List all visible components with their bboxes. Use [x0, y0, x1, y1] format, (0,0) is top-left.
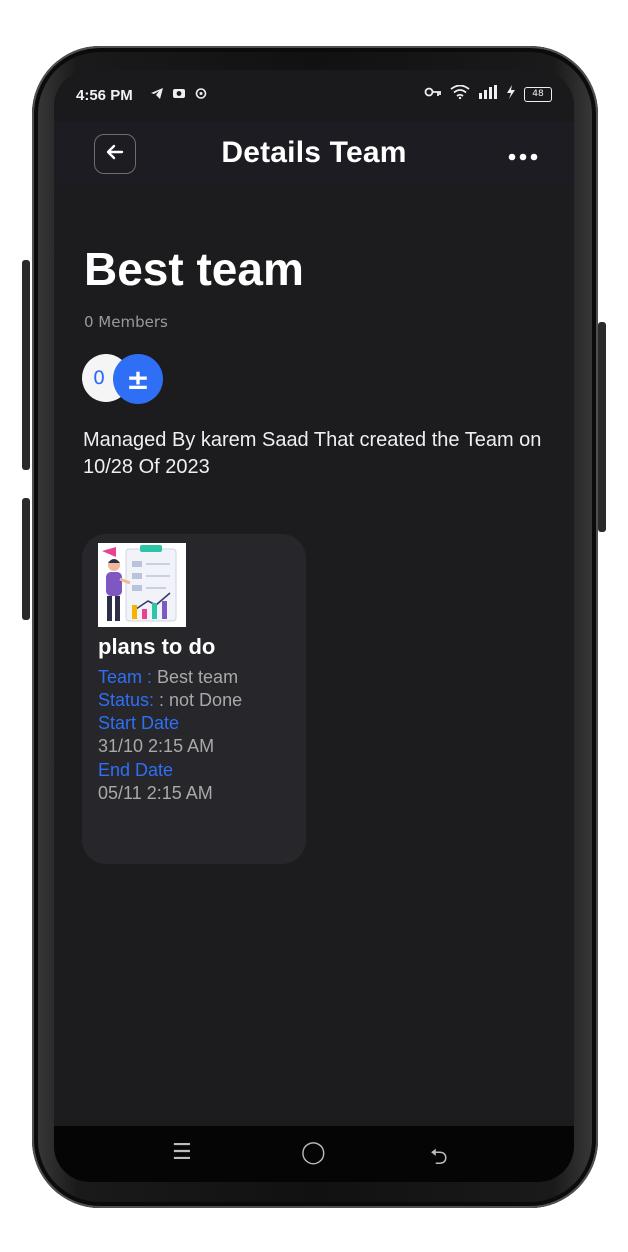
home-icon[interactable]: ◯ [301, 1140, 326, 1165]
plan-team-row: Team : Best team [98, 667, 238, 688]
members-count-label: 0 Members [84, 313, 168, 331]
plan-status-label: Status: [98, 690, 160, 710]
charging-icon [506, 85, 516, 103]
app-bar: Details Team [54, 122, 574, 186]
plan-end-label-row: End Date [98, 760, 173, 781]
system-nav-bar: ☰ ◯ ⮌ [54, 1126, 574, 1182]
battery-icon: 48 [524, 86, 552, 102]
status-left-icons [150, 87, 208, 104]
screen: 4:56 PM 48 Details Team Best team 0 Memb… [54, 70, 574, 1182]
telegram-icon [150, 87, 164, 104]
plan-team-label: Team : [98, 667, 158, 687]
plan-start-label: Start Date [98, 713, 180, 733]
side-button [22, 498, 30, 620]
plan-team-value: Best team [157, 667, 239, 687]
plan-start-value: 31/10 2:15 AM [98, 736, 215, 756]
status-right-icons: 48 [424, 84, 552, 103]
plan-start-label-row: Start Date [98, 713, 179, 734]
add-member-button[interactable]: ± [113, 354, 163, 404]
managed-by-text: Managed By karem Saad That created the T… [83, 429, 542, 478]
more-button[interactable] [508, 142, 538, 162]
members-avatar-row: 0 ± [82, 354, 172, 404]
team-name: Best team [84, 243, 304, 295]
status-time: 4:56 PM [76, 87, 133, 104]
plan-illustration [98, 543, 186, 627]
plan-card[interactable]: plans to do Team : Best team Status: : n… [82, 534, 306, 864]
power-button [598, 322, 606, 532]
plan-status-value: : not Done [159, 690, 243, 710]
camera-icon [172, 87, 186, 104]
plan-end-value: 05/11 2:15 AM [98, 783, 213, 803]
plus-minus-icon: ± [126, 362, 150, 396]
key-icon [424, 86, 442, 102]
plan-title: plans to do [98, 634, 216, 659]
volume-button [22, 260, 30, 470]
more-horizontal-icon [508, 134, 538, 169]
menu-icon[interactable]: ☰ [172, 1140, 192, 1165]
status-bar: 4:56 PM 48 [54, 70, 574, 122]
plan-status-row: Status: : not Done [98, 690, 242, 711]
page-title: Details Team [221, 136, 407, 169]
plan-end-label: End Date [98, 760, 174, 780]
plan-start-value-row: 31/10 2:15 AM [98, 736, 214, 757]
wifi-icon [450, 84, 470, 103]
signal-icon [478, 85, 498, 103]
back-nav-icon[interactable]: ⮌ [430, 1140, 448, 1178]
sync-icon [194, 87, 208, 104]
plan-end-value-row: 05/11 2:15 AM [98, 783, 213, 804]
